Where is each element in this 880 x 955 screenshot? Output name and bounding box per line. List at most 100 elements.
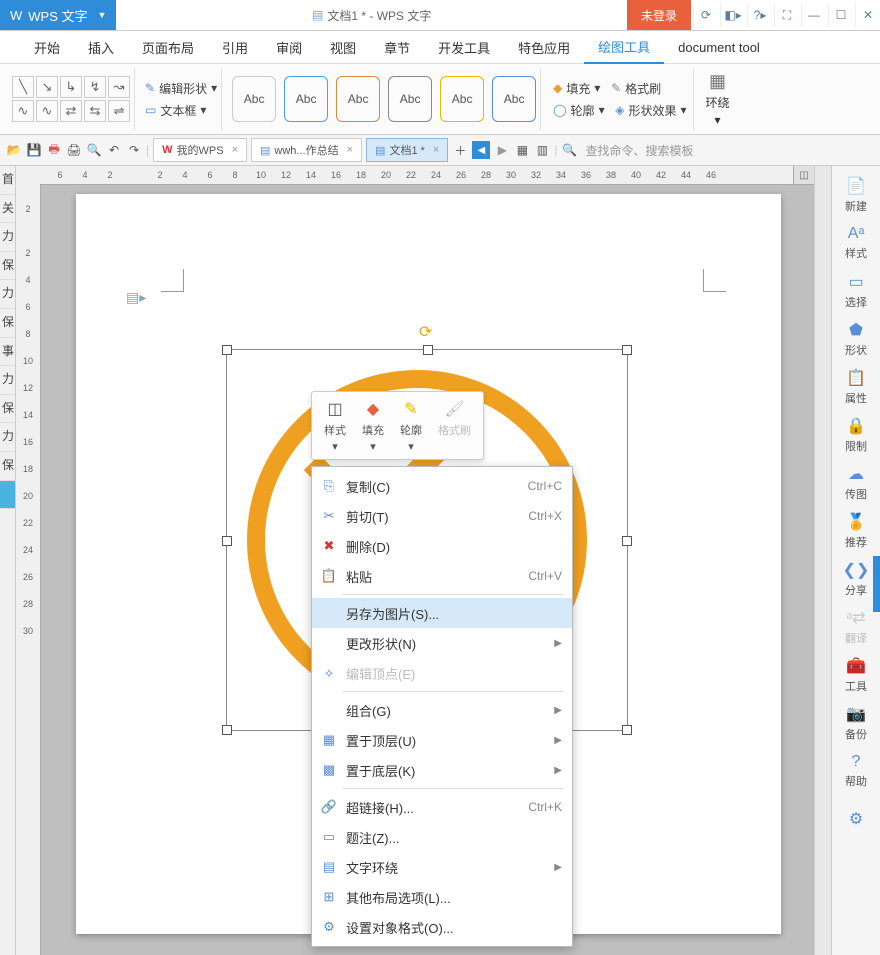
textbox-button[interactable]: ▭文本框 ▾: [145, 100, 217, 120]
open-icon[interactable]: 📂: [6, 142, 22, 158]
ctx-change-shape[interactable]: 更改形状(N)▶: [312, 628, 572, 658]
close-tab-icon[interactable]: ×: [433, 144, 439, 156]
menu-special[interactable]: 特色应用: [504, 31, 584, 63]
ctx-wrap[interactable]: ▤文字环绕▶: [312, 852, 572, 882]
rp-recommend[interactable]: 🏅推荐: [835, 508, 877, 554]
tab-mywps[interactable]: W我的WPS×: [153, 138, 247, 162]
menu-doctool[interactable]: document tool: [664, 31, 774, 63]
line-shape[interactable]: ∿: [36, 100, 58, 122]
help-icon[interactable]: ?▸: [747, 3, 772, 27]
ctx-layout[interactable]: ⊞其他布局选项(L)...: [312, 882, 572, 912]
minimize-button[interactable]: —: [801, 3, 826, 27]
close-tab-icon[interactable]: ×: [232, 144, 238, 156]
ctx-delete[interactable]: ✖删除(D): [312, 531, 572, 561]
login-button[interactable]: 未登录: [627, 0, 691, 30]
wrap-button[interactable]: ▦ 环绕 ▾: [700, 71, 736, 127]
skin-icon[interactable]: ◧▸: [720, 3, 745, 27]
search-icon[interactable]: 🔍: [561, 142, 577, 158]
tab-doc3[interactable]: ▤文档1 *×: [366, 138, 448, 162]
rp-limit[interactable]: 🔒限制: [835, 412, 877, 458]
left-item[interactable]: 首: [0, 166, 15, 195]
menu-insert[interactable]: 插入: [74, 31, 128, 63]
rp-settings[interactable]: ⚙: [835, 796, 877, 842]
rotate-handle-icon[interactable]: ⟳: [419, 322, 435, 338]
tab-view-icon[interactable]: ▥: [534, 142, 550, 158]
ctx-save-as-image[interactable]: 另存为图片(S)...: [312, 598, 572, 628]
menu-layout[interactable]: 页面布局: [128, 31, 208, 63]
style-preset[interactable]: Abc: [388, 76, 432, 122]
ctx-bring-front[interactable]: ▦置于顶层(U)▶: [312, 725, 572, 755]
outline-button[interactable]: ◯轮廓 ▾ ◈形状效果 ▾: [553, 100, 686, 120]
resize-handle[interactable]: [222, 725, 232, 735]
line-shape[interactable]: ╲: [12, 76, 34, 98]
ctx-paste[interactable]: 📋粘贴Ctrl+V: [312, 561, 572, 591]
left-item[interactable]: 保: [0, 309, 15, 338]
panel-collapse-handle[interactable]: [873, 556, 880, 612]
resize-handle[interactable]: [622, 725, 632, 735]
preview-icon[interactable]: 🔍: [86, 142, 102, 158]
close-button[interactable]: ✕: [855, 3, 880, 27]
left-item[interactable]: 保: [0, 395, 15, 424]
left-item[interactable]: 保: [0, 452, 15, 481]
undo-icon[interactable]: ↶: [106, 142, 122, 158]
edit-shape-button[interactable]: ✎编辑形状 ▾: [145, 78, 217, 98]
line-shape[interactable]: ↳: [60, 76, 82, 98]
menu-ref[interactable]: 引用: [208, 31, 262, 63]
line-shape[interactable]: ↘: [36, 76, 58, 98]
resize-handle[interactable]: [222, 345, 232, 355]
line-shape[interactable]: ⇌: [108, 100, 130, 122]
left-item[interactable]: 事: [0, 338, 15, 367]
rp-backup[interactable]: 📷备份: [835, 700, 877, 746]
menu-dev[interactable]: 开发工具: [424, 31, 504, 63]
tab-list-icon[interactable]: ▦: [514, 142, 530, 158]
rp-share[interactable]: ❮❯分享: [835, 556, 877, 602]
left-item[interactable]: 力: [0, 280, 15, 309]
ctx-hyperlink[interactable]: 🔗超链接(H)...Ctrl+K: [312, 792, 572, 822]
maximize-button[interactable]: ☐: [828, 3, 853, 27]
redo-icon[interactable]: ↷: [126, 142, 142, 158]
menu-start[interactable]: 开始: [20, 31, 74, 63]
mini-fill[interactable]: ◆填充▾: [356, 396, 390, 455]
rp-tools[interactable]: 🧰工具: [835, 652, 877, 698]
line-shape[interactable]: ∿: [12, 100, 34, 122]
line-shape[interactable]: ⇆: [84, 100, 106, 122]
rp-help[interactable]: ?帮助: [835, 748, 877, 794]
mini-outline[interactable]: ✎轮廓▾: [394, 396, 428, 455]
left-item[interactable]: 关: [0, 195, 15, 224]
rp-shape[interactable]: ⬟形状: [835, 316, 877, 362]
ruler-toggle-icon[interactable]: ◫: [793, 166, 814, 184]
canvas[interactable]: 6422468101214161820222426283032343638404…: [16, 166, 814, 955]
menu-view[interactable]: 视图: [316, 31, 370, 63]
ctx-caption[interactable]: ▭题注(Z)...: [312, 822, 572, 852]
print-preview-icon[interactable]: 🖨: [66, 142, 82, 158]
tab-doc2[interactable]: ▤wwh...作总结×: [251, 138, 362, 162]
style-preset[interactable]: Abc: [492, 76, 536, 122]
rp-select[interactable]: ▭选择: [835, 268, 877, 314]
rp-style[interactable]: Aᵃ样式: [835, 220, 877, 266]
tab-prev[interactable]: ◀: [472, 141, 490, 159]
rp-upload[interactable]: ☁传图: [835, 460, 877, 506]
resize-handle[interactable]: [222, 536, 232, 546]
rp-attr[interactable]: 📋属性: [835, 364, 877, 410]
menu-chapter[interactable]: 章节: [370, 31, 424, 63]
mini-style[interactable]: ◫样式▾: [318, 396, 352, 455]
ctx-send-back[interactable]: ▩置于底层(K)▶: [312, 755, 572, 785]
line-shape[interactable]: ⇄: [60, 100, 82, 122]
app-badge[interactable]: W WPS 文字 ▼: [0, 0, 116, 30]
ctx-cut[interactable]: ✂剪切(T)Ctrl+X: [312, 501, 572, 531]
style-preset[interactable]: Abc: [284, 76, 328, 122]
resize-handle[interactable]: [423, 345, 433, 355]
scrollbar-vertical[interactable]: [814, 166, 831, 955]
line-shape[interactable]: ↯: [84, 76, 106, 98]
tab-next[interactable]: ▶: [494, 142, 510, 158]
close-tab-icon[interactable]: ×: [347, 144, 353, 156]
new-tab-icon[interactable]: ＋: [452, 142, 468, 158]
menu-review[interactable]: 审阅: [262, 31, 316, 63]
ctx-copy[interactable]: ⎘复制(C)Ctrl+C: [312, 471, 572, 501]
ctx-format-object[interactable]: ⚙设置对象格式(O)...: [312, 912, 572, 942]
search-input[interactable]: 查找命令、搜索模板: [585, 142, 693, 159]
fill-button[interactable]: ◆填充 ▾ ✎格式刷: [553, 78, 686, 98]
left-item[interactable]: 力: [0, 423, 15, 452]
rp-new[interactable]: 📄新建: [835, 172, 877, 218]
fullscreen-icon[interactable]: ⛶: [774, 3, 799, 27]
